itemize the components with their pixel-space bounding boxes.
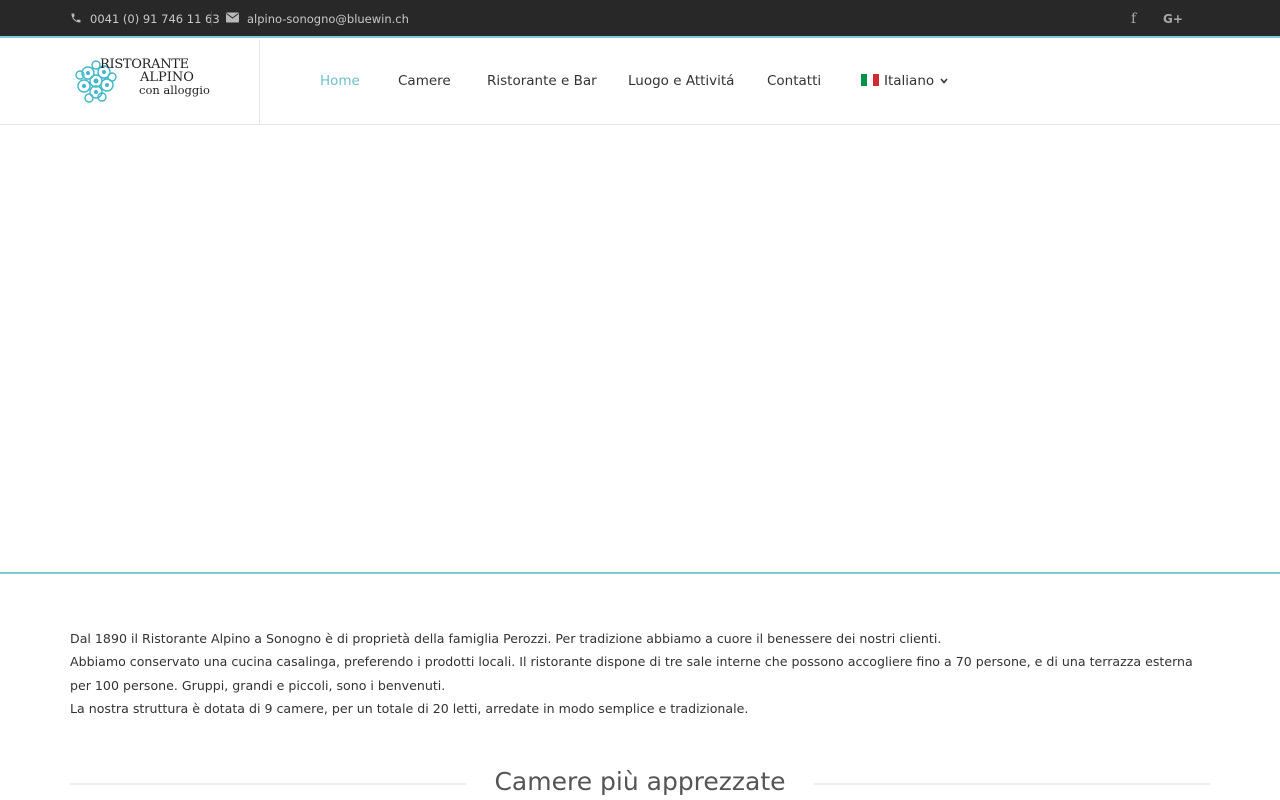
email-address: alpino-sonogno@bluewin.ch (247, 12, 409, 26)
logo-line-3: con alloggio (139, 83, 210, 97)
title-divider-left (70, 783, 466, 785)
site-header: Ristorante Alpino con alloggio Home Came… (0, 40, 1280, 125)
facebook-icon[interactable]: f (1131, 0, 1136, 38)
logo-text: Ristorante Alpino con alloggio (100, 58, 210, 97)
language-label: Italiano (884, 73, 935, 89)
nav-item-home[interactable]: Home (320, 73, 360, 89)
intro-paragraph-2: Abbiamo conservato una cucina casalinga,… (70, 654, 1193, 693)
intro-text: Dal 1890 il Ristorante Alpino a Sonogno … (70, 627, 1215, 720)
italy-flag-icon (861, 74, 879, 86)
envelope-icon (226, 12, 239, 26)
nav-item-ristorante-bar[interactable]: Ristorante e Bar (487, 73, 597, 89)
top-bar: 0041 (0) 91 746 11 63 alpino-sonogno@blu… (0, 0, 1280, 38)
intro-paragraph-3: La nostra struttura è dotata di 9 camere… (70, 700, 749, 716)
title-divider-right (814, 783, 1210, 785)
google-plus-icon[interactable]: G+ (1163, 0, 1183, 38)
rooms-section-header: Camere più apprezzate (0, 766, 1280, 800)
intro-paragraph-1: Dal 1890 il Ristorante Alpino a Sonogno … (70, 631, 942, 646)
language-selector[interactable]: Italiano (861, 73, 949, 89)
section-title: Camere più apprezzate (494, 767, 786, 796)
phone-number: 0041 (0) 91 746 11 63 (90, 12, 220, 26)
nav-item-contatti[interactable]: Contatti (767, 73, 821, 89)
nav-item-luogo-attivita[interactable]: Luogo e Attivitá (628, 73, 734, 89)
hero-slider (0, 125, 1280, 574)
nav-item-camere[interactable]: Camere (398, 73, 451, 89)
phone-icon (70, 12, 82, 27)
chevron-down-icon (940, 78, 949, 84)
phone-contact[interactable]: 0041 (0) 91 746 11 63 (70, 0, 220, 38)
contact-divider (211, 11, 212, 26)
email-contact[interactable]: alpino-sonogno@bluewin.ch (226, 0, 409, 38)
logo[interactable]: Ristorante Alpino con alloggio (0, 40, 260, 125)
